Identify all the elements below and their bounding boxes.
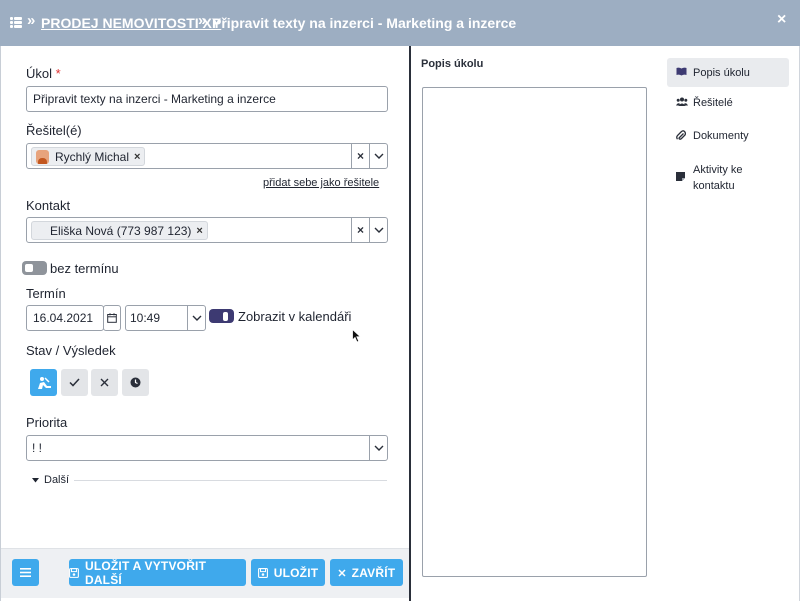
sidebar-item-contact-activities[interactable]: Aktivity ke kontaktu bbox=[667, 162, 789, 194]
list-icon[interactable] bbox=[10, 17, 22, 28]
status-done-button[interactable] bbox=[61, 369, 88, 396]
assignees-label: Řešitel(é) bbox=[26, 123, 82, 138]
caret-down-icon bbox=[32, 477, 39, 482]
close-icon[interactable]: × bbox=[777, 11, 786, 29]
save-icon bbox=[69, 567, 79, 578]
add-self-link[interactable]: přidat sebe jako řešitele bbox=[263, 177, 379, 189]
section-divider bbox=[74, 480, 387, 481]
contact-tag: Eliška Nová (773 987 123) × bbox=[31, 221, 208, 240]
time-value: 10:49 bbox=[130, 311, 161, 325]
breadcrumb-separator: » bbox=[198, 12, 207, 29]
status-postponed-button[interactable] bbox=[122, 369, 149, 396]
save-and-new-label: ULOŽIT A VYTVOŘIT DALŠÍ bbox=[84, 558, 207, 587]
breadcrumb-separator: » bbox=[27, 12, 36, 29]
status-in-progress-button[interactable] bbox=[30, 369, 57, 396]
priority-label: Priorita bbox=[26, 415, 68, 430]
save-icon bbox=[257, 567, 268, 578]
save-label: ULOŽIT bbox=[273, 565, 319, 580]
required-mark: * bbox=[55, 66, 61, 81]
assignee-tag: Rychlý Michal × bbox=[31, 147, 146, 166]
sidebar-item-assignees[interactable]: Řešitelé bbox=[667, 97, 789, 113]
page-title: Připravit texty na inzerci - Marketing a… bbox=[212, 15, 517, 31]
task-name-input[interactable]: Připravit texty na inzerci - Marketing a… bbox=[26, 86, 388, 112]
more-section-toggle[interactable]: Další bbox=[32, 474, 69, 486]
check-icon bbox=[69, 378, 80, 387]
chevron-down-icon[interactable] bbox=[187, 306, 205, 330]
date-input[interactable]: 16.04.2021 bbox=[26, 305, 104, 331]
show-in-calendar-label: Zobrazit v kalendáři bbox=[238, 309, 352, 324]
sidebar-item-documents[interactable]: Dokumenty bbox=[667, 130, 789, 146]
no-deadline-toggle[interactable] bbox=[22, 261, 47, 275]
worker-icon bbox=[37, 376, 51, 389]
time-select[interactable]: 10:49 bbox=[125, 305, 206, 331]
select-controls: × bbox=[351, 144, 387, 168]
assignee-name: Rychlý Michal bbox=[55, 149, 130, 164]
avatar bbox=[36, 149, 49, 164]
users-icon bbox=[676, 97, 693, 109]
hamburger-icon bbox=[20, 568, 31, 577]
frame-border bbox=[0, 46, 1, 601]
no-deadline-label: bez termínu bbox=[50, 261, 119, 276]
close-icon bbox=[338, 568, 346, 577]
menu-button[interactable] bbox=[12, 559, 39, 586]
calendar-icon[interactable] bbox=[103, 305, 121, 331]
task-label-text: Úkol bbox=[26, 66, 53, 81]
task-label: Úkol * bbox=[26, 66, 61, 81]
sidebar-item-label: Aktivity ke kontaktu bbox=[693, 164, 743, 192]
contact-select[interactable]: Eliška Nová (773 987 123) × × bbox=[26, 217, 388, 243]
chevron-down-icon[interactable] bbox=[369, 436, 387, 460]
breadcrumb-link[interactable]: PRODEJ NEMOVITOSTI XY bbox=[41, 15, 221, 31]
remove-tag-icon[interactable]: × bbox=[196, 225, 202, 237]
clear-icon[interactable]: × bbox=[351, 144, 369, 168]
modal-header: » PRODEJ NEMOVITOSTI XY » Připravit text… bbox=[0, 0, 800, 46]
sidebar-item-description[interactable]: Popis úkolu bbox=[667, 58, 789, 87]
chevron-down-icon[interactable] bbox=[369, 144, 387, 168]
remove-tag-icon[interactable]: × bbox=[134, 151, 140, 163]
mouse-cursor-icon bbox=[352, 329, 362, 343]
close-button[interactable]: ZAVŘÍT bbox=[330, 559, 403, 586]
book-icon bbox=[676, 67, 693, 79]
chevron-down-icon[interactable] bbox=[369, 218, 387, 242]
note-icon bbox=[676, 162, 693, 187]
paperclip-icon bbox=[676, 130, 693, 144]
priority-value: ! ! bbox=[32, 441, 43, 455]
close-label: ZAVŘÍT bbox=[351, 565, 396, 580]
description-label: Popis úkolu bbox=[421, 58, 484, 70]
sidebar-item-label: Dokumenty bbox=[693, 130, 749, 142]
clock-icon bbox=[130, 377, 141, 388]
assignees-select[interactable]: Rychlý Michal × × bbox=[26, 143, 388, 169]
contact-name: Eliška Nová (773 987 123) bbox=[50, 223, 192, 238]
save-button[interactable]: ULOŽIT bbox=[251, 559, 325, 586]
priority-select[interactable]: ! ! bbox=[26, 435, 388, 461]
more-section-label: Další bbox=[44, 474, 70, 486]
contact-label: Kontakt bbox=[26, 198, 71, 213]
save-and-new-button[interactable]: ULOŽIT A VYTVOŘIT DALŠÍ bbox=[69, 558, 246, 587]
toggle-knob bbox=[223, 311, 228, 321]
show-in-calendar-toggle[interactable] bbox=[209, 309, 234, 323]
sidebar-item-label: Popis úkolu bbox=[693, 66, 750, 79]
status-label: Stav / Výsledek bbox=[26, 343, 116, 358]
toggle-knob bbox=[25, 264, 33, 272]
clear-icon[interactable]: × bbox=[351, 218, 369, 242]
deadline-label: Termín bbox=[26, 286, 66, 301]
status-failed-button[interactable] bbox=[91, 369, 118, 396]
description-textarea[interactable] bbox=[422, 87, 647, 577]
cross-icon bbox=[100, 378, 109, 387]
sidebar-item-label: Řešitelé bbox=[693, 97, 733, 109]
select-controls: × bbox=[351, 218, 387, 242]
panel-divider bbox=[409, 46, 411, 601]
